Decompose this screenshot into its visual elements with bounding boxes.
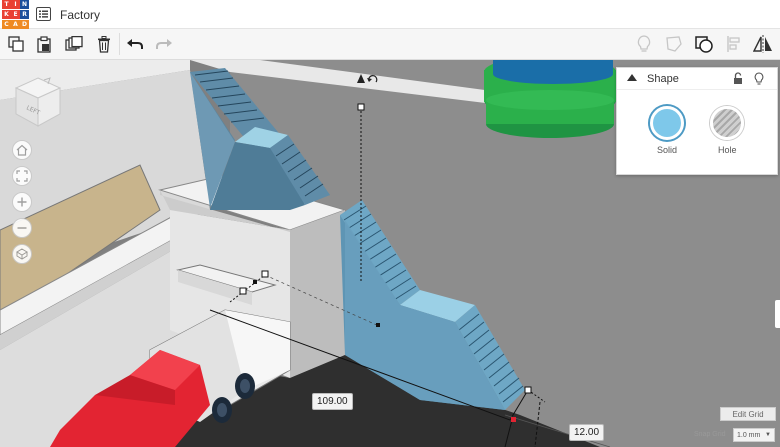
project-title[interactable]: Factory (60, 8, 100, 22)
mirror-icon[interactable] (753, 34, 773, 54)
logo-letter: R (20, 10, 29, 19)
note-icon[interactable] (664, 34, 684, 54)
zoom-in-icon (17, 197, 27, 207)
ruler-icon[interactable] (694, 34, 714, 54)
snap-grid-label: Snap Grid (694, 431, 726, 438)
redo-icon[interactable] (154, 34, 174, 54)
hole-option-label: Hole (718, 145, 737, 155)
solid-option-label: Solid (657, 145, 678, 155)
edit-grid-button[interactable]: Edit Grid (720, 407, 776, 421)
trash-icon[interactable] (94, 34, 114, 54)
undo-icon[interactable] (125, 34, 145, 54)
shape-panel-title: Shape (647, 73, 679, 85)
visibility-bulb-icon[interactable] (754, 72, 764, 86)
panel-expand-tab[interactable] (775, 300, 780, 328)
hole-option-button[interactable] (710, 106, 744, 140)
align-icon[interactable] (724, 34, 744, 54)
logo-letter: N (20, 0, 29, 9)
logo-letter: E (11, 10, 20, 19)
fit-view-button[interactable] (12, 166, 32, 186)
logo-letter: K (2, 10, 11, 19)
shape-inspector-panel: Shape Solid Hole (616, 67, 778, 175)
edit-toolbar (0, 29, 780, 60)
project-list-icon[interactable] (36, 7, 51, 21)
tinkercad-logo[interactable]: TINKERCAD (2, 0, 30, 29)
shape-panel-header: Shape (617, 68, 777, 90)
chevron-down-icon: ▼ (765, 432, 771, 438)
perspective-button[interactable] (12, 244, 32, 264)
zoom-out-icon (17, 227, 27, 229)
duplicate-icon[interactable] (64, 34, 84, 54)
collapse-caret-icon[interactable] (627, 74, 637, 81)
home-view-button[interactable] (12, 140, 32, 160)
logo-letter: C (2, 20, 11, 29)
logo-letter: T (2, 0, 11, 9)
length-dimension-label[interactable]: 109.00 (312, 393, 353, 410)
logo-letter: D (20, 20, 29, 29)
logo-letter: A (11, 20, 20, 29)
paste-icon[interactable] (34, 34, 54, 54)
lightbulb-icon[interactable] (634, 34, 654, 54)
width-dimension-label[interactable]: 12.00 (569, 424, 605, 441)
home-icon (16, 144, 28, 156)
perspective-icon (16, 248, 28, 260)
zoom-out-button[interactable] (12, 218, 32, 238)
zoom-in-button[interactable] (12, 192, 32, 212)
solid-option-button[interactable] (650, 106, 684, 140)
copy-icon[interactable] (6, 34, 26, 54)
logo-letter: I (11, 0, 20, 9)
app-header: TINKERCAD Factory (0, 0, 780, 29)
snap-grid-value: 1.0 mm (737, 431, 761, 439)
lock-icon[interactable] (733, 72, 743, 85)
view-cube[interactable]: LEFT (14, 76, 62, 128)
fit-icon (16, 170, 28, 182)
snap-grid-select[interactable]: 1.0 mm ▼ (733, 428, 775, 442)
